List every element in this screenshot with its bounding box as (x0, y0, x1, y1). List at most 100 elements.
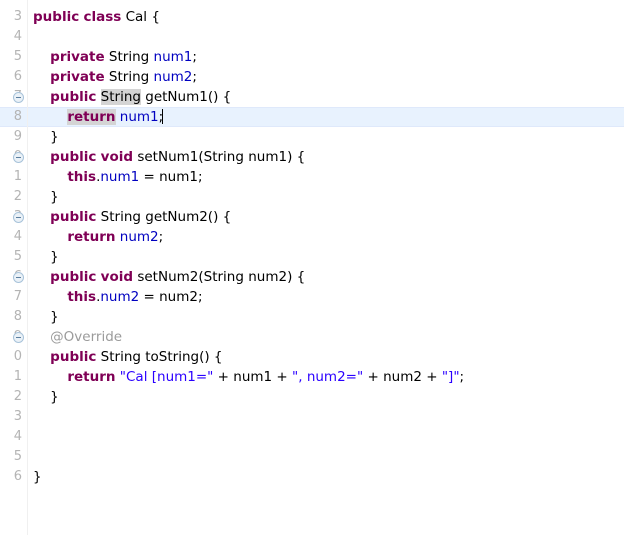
editor-line[interactable]: 0 public void setNum1(String num1) { (0, 147, 624, 167)
code-text[interactable]: return num2; (33, 227, 163, 247)
code-text[interactable]: private String num2; (33, 67, 197, 87)
code-token: num1 (153, 49, 193, 65)
editor-line[interactable]: 7 this.num2 = num2; (0, 287, 624, 307)
editor-line-current[interactable]: 8 return num1; (0, 107, 624, 127)
code-token: String (104, 49, 154, 65)
code-text[interactable]: } (33, 307, 59, 327)
code-token: public (50, 89, 97, 105)
editor-line[interactable]: 2 } (0, 187, 624, 207)
editor-line[interactable]: 9 } (0, 127, 624, 147)
editor-line[interactable]: 5 (0, 447, 624, 467)
editor-line[interactable]: 5 private String num1; (0, 47, 624, 67)
code-text[interactable]: public class Cal { (33, 7, 160, 27)
line-number: 6 (13, 469, 22, 484)
code-text[interactable]: } (33, 247, 59, 267)
code-text[interactable]: public String getNum2() { (33, 207, 231, 227)
editor-line[interactable]: 2 (0, 0, 624, 7)
code-token: } (33, 189, 59, 205)
line-number: 4 (13, 29, 22, 44)
line-number: 2 (13, 389, 22, 404)
fold-collapse-icon[interactable] (13, 212, 24, 223)
code-token: return (67, 369, 116, 385)
editor-line[interactable]: 4 return num2; (0, 227, 624, 247)
code-text[interactable]: private String num1; (33, 47, 197, 67)
editor-line[interactable]: 8 } (0, 307, 624, 327)
line-number: 2 (13, 189, 22, 204)
line-number: 9 (13, 129, 22, 144)
code-text[interactable]: public String toString() { (33, 347, 222, 367)
code-text[interactable]: public String getNum1() { (33, 87, 231, 107)
editor-line[interactable]: 3 public String getNum2() { (0, 207, 624, 227)
line-number: 5 (13, 249, 22, 264)
code-token: } (33, 309, 59, 325)
editor-line[interactable]: 6} (0, 467, 624, 487)
code-text[interactable]: return num1; (33, 108, 164, 126)
editor-line[interactable]: 3 (0, 407, 624, 427)
line-number: 4 (13, 429, 22, 444)
code-token: ", num2=" (292, 369, 364, 385)
code-token: = num2; (139, 289, 203, 305)
editor-line[interactable]: 2 } (0, 387, 624, 407)
editor-line[interactable]: 4 (0, 427, 624, 447)
fold-collapse-icon[interactable] (13, 272, 24, 283)
editor-line[interactable]: 3 public class Cal { (0, 7, 624, 27)
editor-line[interactable]: 4 (0, 27, 624, 47)
editor-line[interactable]: 7 public String getNum1() { (0, 87, 624, 107)
code-token: this (67, 169, 97, 185)
line-number: 2 (0, 0, 22, 7)
code-editor[interactable]: 2 3 public class Cal {4 5 private String nu… (0, 0, 624, 535)
code-text[interactable]: } (33, 127, 59, 147)
text-caret (162, 109, 164, 124)
code-token: public (50, 269, 97, 285)
code-token: public (50, 349, 97, 365)
editor-lines[interactable]: 2 3 public class Cal {4 5 private String nu… (0, 0, 624, 487)
editor-line[interactable]: 6 private String num2; (0, 67, 624, 87)
editor-line[interactable]: 6 public void setNum2(String num2) { (0, 267, 624, 287)
code-text[interactable]: return "Cal [num1=" + num1 + ", num2=" +… (33, 367, 464, 387)
code-token: ; (459, 369, 465, 385)
editor-line[interactable]: 5 } (0, 247, 624, 267)
editor-line[interactable]: 1 return "Cal [num1=" + num1 + ", num2="… (0, 367, 624, 387)
code-text[interactable]: public void setNum2(String num2) { (33, 267, 305, 287)
line-number: 4 (13, 229, 22, 244)
code-text[interactable]: this.num2 = num2; (33, 287, 203, 307)
code-token: ; (192, 49, 197, 65)
code-token: num1 (100, 169, 140, 185)
fold-collapse-icon[interactable] (13, 152, 24, 163)
code-token: String (104, 69, 154, 85)
fold-collapse-icon[interactable] (13, 92, 24, 103)
code-token: public (50, 149, 97, 165)
code-token: class (83, 9, 122, 25)
code-text[interactable]: this.num1 = num1; (33, 167, 203, 187)
code-token: + num2 + (363, 369, 442, 385)
editor-line[interactable]: 1 this.num1 = num1; (0, 167, 624, 187)
code-text[interactable]: } (33, 467, 42, 487)
code-token: this (67, 289, 97, 305)
code-token: "Cal [num1=" (119, 369, 214, 385)
code-text[interactable]: } (33, 387, 59, 407)
code-token: num2 (153, 69, 193, 85)
code-token: num1 (119, 109, 159, 125)
editor-line[interactable]: 0 public String toString() { (0, 347, 624, 367)
code-token: = num1; (139, 169, 203, 185)
code-token: private (50, 49, 105, 65)
code-text[interactable]: @Override (33, 327, 122, 347)
code-text[interactable]: public void setNum1(String num1) { (33, 147, 305, 167)
code-text[interactable]: } (33, 187, 59, 207)
code-token: void (100, 149, 134, 165)
editor-line[interactable]: 9 @Override (0, 327, 624, 347)
fold-collapse-icon[interactable] (13, 332, 24, 343)
code-token: private (50, 69, 105, 85)
line-number: 1 (13, 369, 22, 384)
code-token: public (33, 9, 80, 25)
